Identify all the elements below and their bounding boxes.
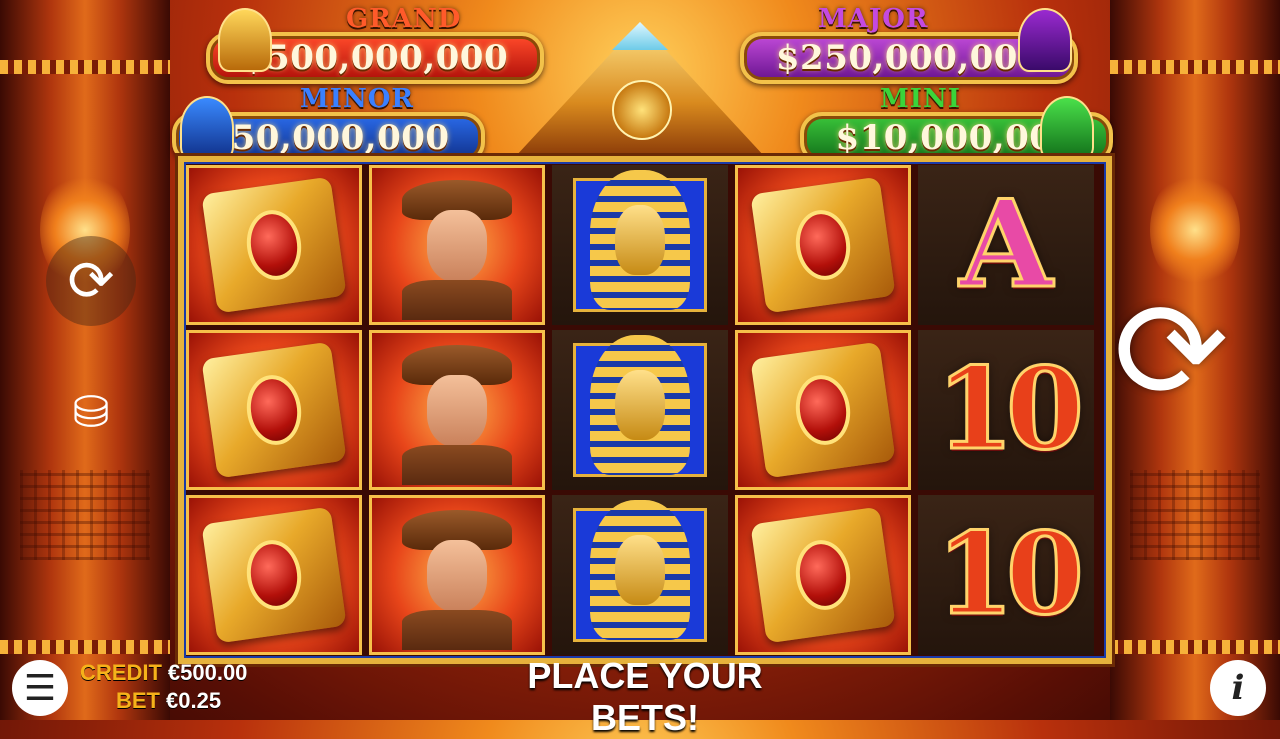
bet-display: BET €0.25 [116,688,221,714]
bet-value: €0.25 [166,688,222,713]
credit-label: CREDIT [80,660,162,685]
reel-grid: A 10 10 [178,156,1112,664]
reel-3 [550,162,730,658]
symbol-10-glyph: 10 [935,344,1086,475]
left-pillar [0,0,170,720]
reel-2 [367,162,547,658]
major-jackpot-amount: $250,000,000 [775,38,1043,78]
explorer-icon [382,500,532,650]
symbol-scarab-book [735,165,911,325]
grand-jackpot-amount: $500,000,000 [241,38,509,78]
major-jackpot-title: MAJOR [818,4,929,34]
credit-display: CREDIT €500.00 [80,660,247,686]
symbol-10-glyph: 10 [935,509,1086,640]
bet-label: BET [116,688,160,713]
symbol-scarab-book [735,330,911,490]
spin-icon: ⟳ [1113,274,1229,429]
bet-settings-button[interactable]: ⛁ [58,382,124,442]
coins-icon: ⛁ [72,387,110,437]
symbol-explorer [369,165,545,325]
symbol-pharaoh [552,165,728,325]
autoplay-button[interactable]: ⟳ [46,236,136,326]
pharaoh-icon [573,170,707,312]
symbol-scarab-book [186,330,362,490]
scarab-book-icon [201,176,347,314]
hamburger-menu-icon: ☰ [23,667,57,708]
symbol-10: 10 [918,495,1094,655]
scarab-book-icon [750,341,896,479]
credit-value: €500.00 [167,660,248,685]
pharaoh-icon [573,500,707,642]
explorer-icon [382,170,532,320]
autoplay-icon: ⟳ [67,249,115,312]
status-message: PLACE YOUR BETS! [527,655,763,738]
scarab-emblem [612,80,672,140]
symbol-pharaoh [552,330,728,490]
pharaoh-icon [573,335,707,477]
horus-falcon-icon [1040,96,1094,160]
reel-5: A 10 10 [916,162,1096,658]
scarab-book-icon [201,506,347,644]
symbol-a-glyph: A [958,174,1054,315]
menu-button[interactable]: ☰ [12,660,68,716]
grand-jackpot-title: GRAND [346,4,462,34]
symbol-explorer [369,495,545,655]
mini-jackpot-title: MINI [880,84,961,114]
info-button[interactable]: i [1210,660,1266,716]
scarab-book-icon [201,341,347,479]
reel-1 [184,162,364,658]
minor-jackpot-amount: $50,000,000 [207,118,450,158]
minor-jackpot-title: MINOR [300,84,414,114]
anubis-icon [1018,8,1072,72]
scarab-book-icon [750,176,896,314]
blue-cat-icon [180,96,234,160]
explorer-icon [382,335,532,485]
symbol-scarab-book [186,165,362,325]
symbol-scarab-book [186,495,362,655]
golden-bull-icon [218,8,272,72]
reel-4 [733,162,913,658]
symbol-explorer [369,330,545,490]
symbol-scarab-book [735,495,911,655]
scarab-book-icon [750,506,896,644]
symbol-pharaoh [552,495,728,655]
spin-button[interactable]: ⟳ [1096,275,1246,429]
pyramid-capstone [612,22,668,50]
info-icon: i [1231,668,1245,708]
symbol-10: 10 [918,330,1094,490]
symbol-a: A [918,165,1094,325]
